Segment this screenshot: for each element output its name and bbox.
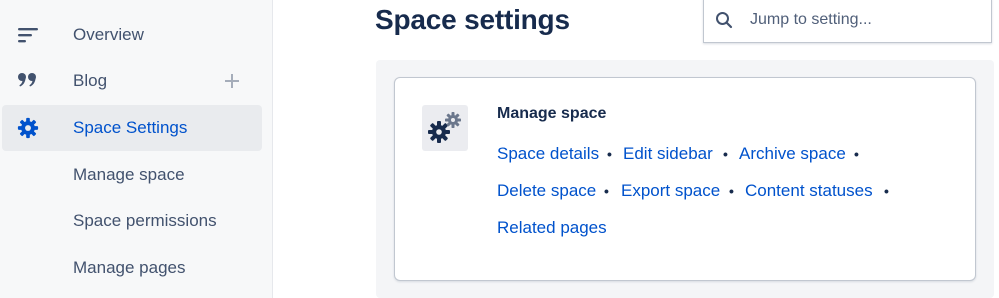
- sidebar: Overview Blog Space Settings Manage spac…: [0, 0, 273, 298]
- manage-space-card: [394, 77, 976, 281]
- link-separator: •: [604, 183, 609, 199]
- delete-space-link[interactable]: Delete space: [497, 181, 596, 201]
- sidebar-subitem-label: Space permissions: [73, 211, 217, 230]
- sidebar-item-label: Space Settings: [73, 118, 188, 137]
- sidebar-subitem-label: Manage pages: [73, 258, 186, 277]
- content-statuses-link[interactable]: Content statuses: [745, 181, 873, 201]
- sidebar-subitem-manage-space[interactable]: Manage space: [2, 152, 262, 198]
- related-pages-link[interactable]: Related pages: [497, 218, 607, 238]
- sidebar-item-overview[interactable]: Overview: [2, 12, 262, 58]
- space-details-link[interactable]: Space details: [497, 144, 599, 164]
- archive-space-link[interactable]: Archive space: [739, 144, 846, 164]
- link-separator: •: [723, 146, 728, 162]
- quote-icon: [16, 58, 40, 104]
- sidebar-item-label: Blog: [73, 71, 108, 90]
- plus-icon[interactable]: [222, 58, 242, 104]
- link-separator: •: [729, 183, 734, 199]
- edit-sidebar-link[interactable]: Edit sidebar: [623, 144, 713, 164]
- link-separator: •: [854, 146, 859, 162]
- page-title: Space settings: [375, 4, 570, 35]
- overview-lines-icon: [16, 12, 40, 58]
- link-separator: •: [884, 183, 889, 199]
- search-input[interactable]: [750, 6, 980, 34]
- gear-icon: [16, 105, 40, 151]
- link-separator: •: [607, 146, 612, 162]
- export-space-link[interactable]: Export space: [621, 181, 720, 201]
- sidebar-item-blog[interactable]: Blog: [2, 58, 262, 104]
- search-icon: [714, 8, 734, 32]
- sidebar-item-label: Overview: [73, 25, 144, 44]
- sidebar-subitem-label: Manage space: [73, 165, 185, 184]
- setting-search[interactable]: [703, 0, 992, 43]
- sidebar-item-space-settings[interactable]: Space Settings: [2, 105, 262, 151]
- gears-icon: [422, 105, 468, 151]
- sidebar-subitem-space-permissions[interactable]: Space permissions: [2, 198, 262, 244]
- sidebar-subitem-manage-pages[interactable]: Manage pages: [2, 245, 262, 291]
- card-title: Manage space: [497, 105, 607, 122]
